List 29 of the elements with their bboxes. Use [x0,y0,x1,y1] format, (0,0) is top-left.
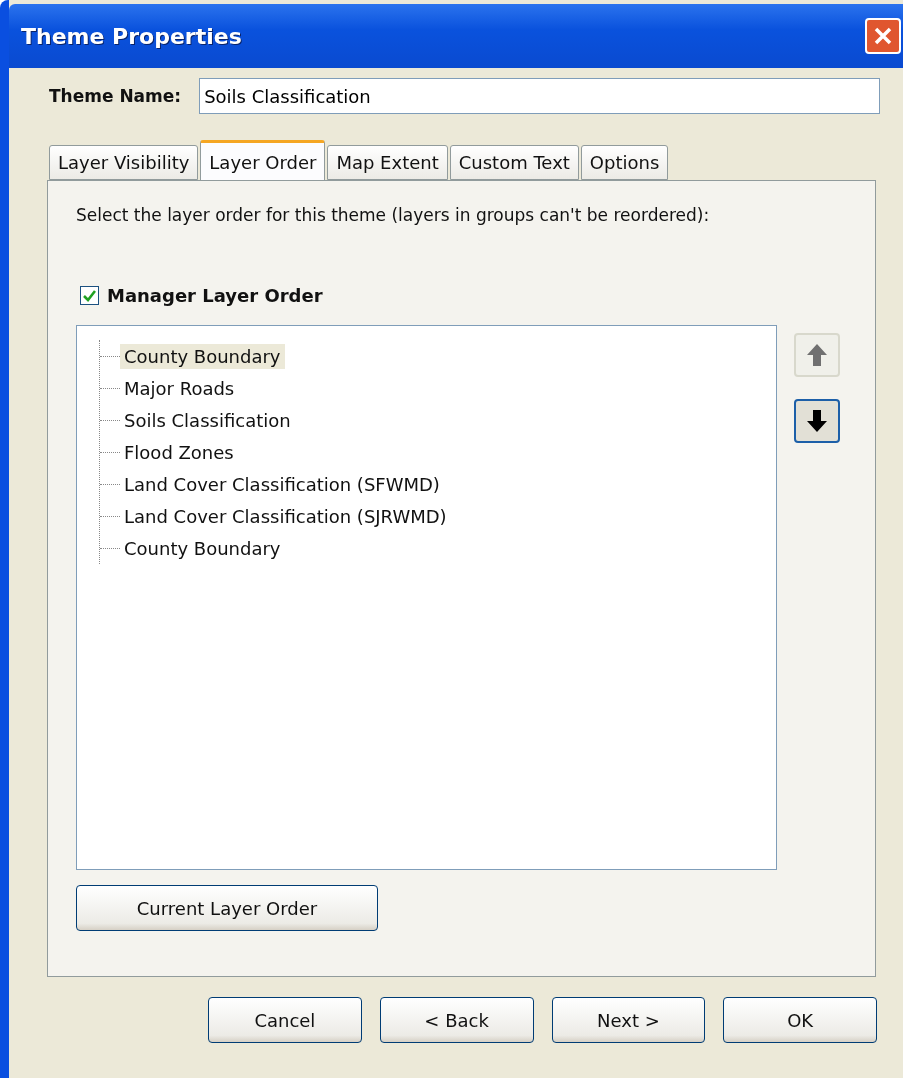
dialog-button[interactable]: < Back [379,997,534,1043]
dialog-button[interactable]: OK [723,997,877,1043]
move-down-button[interactable] [794,399,840,443]
checkbox-label: Manager Layer Order [107,285,323,306]
dialog-button[interactable]: Cancel [208,997,362,1043]
close-button[interactable] [865,18,901,54]
window-title: Theme Properties [21,23,242,49]
layer-item[interactable]: Soils Classification [120,407,295,433]
tab[interactable]: Layer Order [200,140,326,181]
down-arrow-icon [805,408,829,434]
layer-item[interactable]: County Boundary [120,343,285,369]
tab[interactable]: Custom Text [449,145,579,180]
theme-name-label: Theme Name: [49,86,182,106]
current-layer-order-button[interactable]: Current Layer Order [76,885,378,931]
tab[interactable]: Map Extent [327,145,448,180]
tab[interactable]: Layer Visibility [49,145,199,180]
dialog-button[interactable]: Next > [551,997,706,1043]
check-icon [83,289,96,302]
layer-item[interactable]: Flood Zones [120,439,238,465]
instruction-text: Select the layer order for this theme (layers in groups can't be reordered): [76,205,711,225]
theme-name-field[interactable]: Soils Classification [199,78,880,114]
layer-item[interactable]: Land Cover Classification (SFWMD) [120,471,444,497]
layer-item[interactable]: County Boundary [120,535,285,561]
layer-item[interactable]: Major Roads [120,375,239,401]
close-icon [873,26,893,46]
tab[interactable]: Options [580,145,669,180]
layer-item[interactable]: Land Cover Classification (SJRWMD) [120,503,451,529]
checkbox[interactable] [80,286,99,305]
up-arrow-icon [805,342,829,368]
